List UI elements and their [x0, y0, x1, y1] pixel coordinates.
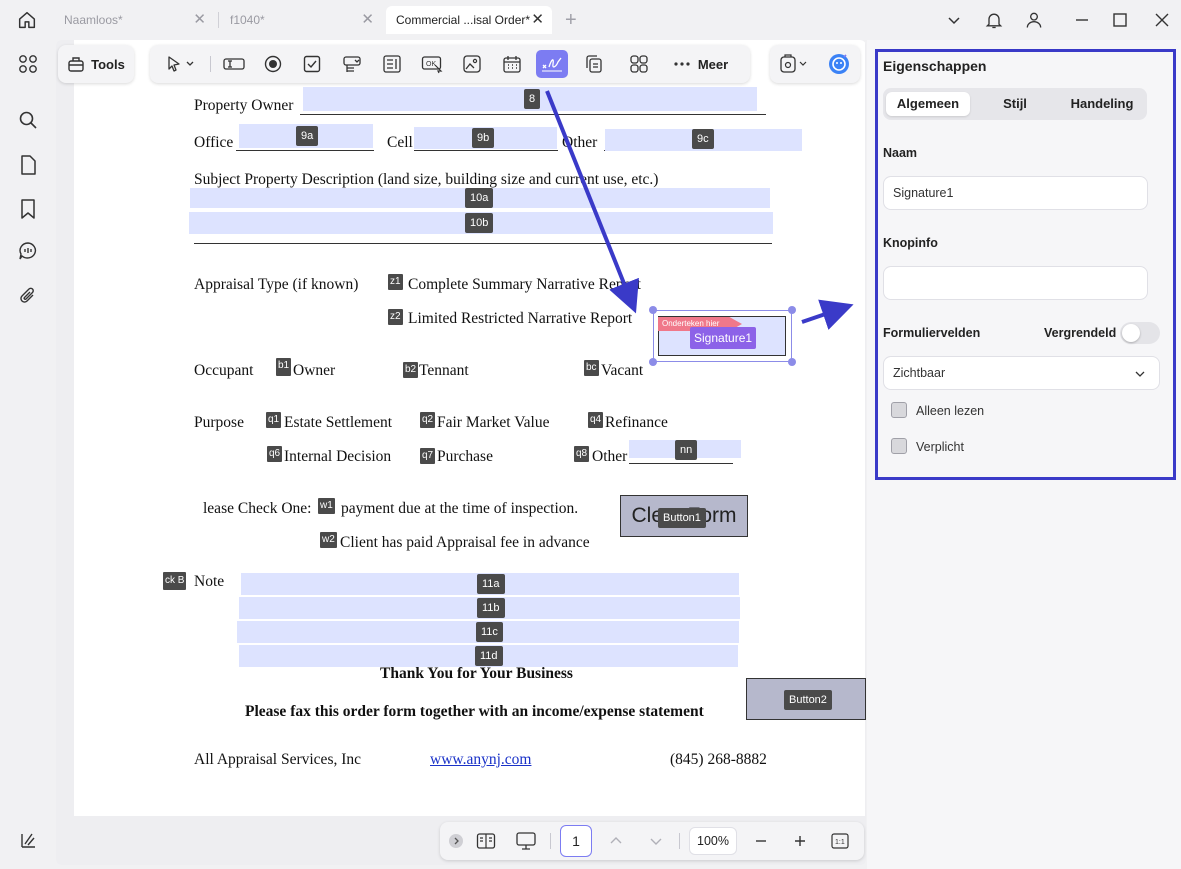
list-box-tool-button[interactable]: [377, 50, 407, 78]
signature-icon: [542, 57, 562, 72]
chevron-down-icon: [1135, 371, 1145, 377]
zoom-level-input[interactable]: 100%: [689, 827, 737, 855]
required-checkbox[interactable]: [891, 438, 907, 454]
tab-stijl[interactable]: Stijl: [973, 92, 1057, 116]
locked-label: Vergrendeld: [1044, 326, 1117, 340]
book-icon: [476, 833, 496, 849]
svg-text:OK: OK: [426, 61, 436, 68]
tab-algemeen[interactable]: Algemeen: [886, 92, 970, 116]
collapse-bar-button[interactable]: [442, 827, 470, 855]
locked-toggle[interactable]: [1120, 322, 1160, 344]
form-toolbar: OK Meer: [150, 45, 750, 83]
button-field-icon: OK: [421, 56, 443, 74]
radio-button-icon: [264, 55, 282, 73]
required-label: Verplicht: [916, 440, 964, 454]
presentation-button[interactable]: [512, 827, 540, 855]
presentation-icon: [516, 832, 536, 850]
toolbar-divider: [210, 56, 211, 72]
name-input[interactable]: Signature1: [883, 176, 1148, 210]
image-icon: [463, 55, 481, 73]
button-tool-button[interactable]: OK: [417, 50, 447, 78]
grid-icon: [630, 55, 648, 73]
previous-page-button[interactable]: [602, 827, 630, 855]
text-field-icon: [223, 58, 245, 70]
zoom-value: 100%: [697, 834, 729, 848]
list-box-icon: [383, 55, 401, 73]
tooltip-label: Knopinfo: [883, 236, 938, 250]
chevron-right-icon: [449, 834, 463, 848]
more-dots-icon: [674, 62, 690, 66]
visibility-select[interactable]: Zichtbaar: [883, 356, 1160, 390]
toolbar-divider: [679, 833, 680, 849]
page-number-input[interactable]: 1: [560, 825, 592, 857]
more-label: Meer: [697, 56, 729, 72]
tab-handeling[interactable]: Handeling: [1060, 92, 1144, 116]
properties-tabs: Algemeen Stijl Handeling: [883, 88, 1147, 120]
combo-box-tool-button[interactable]: [337, 50, 367, 78]
actual-size-button[interactable]: 1:1: [826, 827, 854, 855]
arrange-tool-button[interactable]: [624, 50, 654, 78]
readonly-checkbox[interactable]: [891, 402, 907, 418]
text-field-tool-button[interactable]: [219, 50, 249, 78]
more-tools-button[interactable]: Meer: [668, 50, 734, 78]
calendar-icon: [503, 56, 521, 73]
actual-size-icon: 1:1: [831, 833, 849, 849]
properties-title: Eigenschappen: [883, 58, 987, 74]
toolbar-extra: [770, 45, 860, 83]
next-page-button[interactable]: [642, 827, 670, 855]
select-tool-button[interactable]: [158, 50, 202, 78]
cursor-icon: [168, 56, 194, 72]
zoom-in-button[interactable]: [786, 827, 814, 855]
combo-box-icon: [343, 56, 361, 72]
page-navigation-bar: 1 100% 1:1: [440, 822, 864, 860]
image-tool-button[interactable]: [457, 50, 487, 78]
ai-assistant-button[interactable]: [824, 50, 854, 78]
copy-icon: [586, 55, 602, 73]
svg-text:1:1: 1:1: [835, 839, 845, 846]
checkbox-icon: [303, 55, 321, 73]
visibility-value: Zichtbaar: [893, 366, 946, 380]
page-number-value: 1: [572, 833, 580, 849]
reading-mode-button[interactable]: [472, 827, 500, 855]
minus-icon: [756, 840, 766, 842]
tools-button[interactable]: Tools: [58, 45, 134, 83]
ai-assistant-icon: [829, 54, 849, 74]
readonly-label: Alleen lezen: [916, 404, 985, 418]
checkbox-tool-button[interactable]: [297, 50, 327, 78]
signature-tool-button[interactable]: [536, 50, 568, 78]
name-label: Naam: [883, 146, 918, 160]
toolbox-icon: [68, 57, 84, 72]
zoom-out-button[interactable]: [747, 827, 775, 855]
toggle-knob: [1122, 324, 1140, 342]
tools-label: Tools: [91, 56, 125, 72]
form-fields-label: Formuliervelden: [883, 326, 981, 340]
date-tool-button[interactable]: [497, 50, 527, 78]
form-icon: [780, 54, 807, 73]
tooltip-input[interactable]: [883, 266, 1148, 300]
toolbar-divider: [550, 833, 551, 849]
form-recognition-button[interactable]: [774, 50, 814, 78]
plus-icon: [795, 836, 805, 846]
chevron-down-icon: [650, 838, 662, 845]
name-value: Signature1: [893, 186, 954, 200]
chevron-up-icon: [610, 837, 622, 844]
duplicate-tool-button[interactable]: [579, 50, 609, 78]
radio-tool-button[interactable]: [258, 50, 288, 78]
